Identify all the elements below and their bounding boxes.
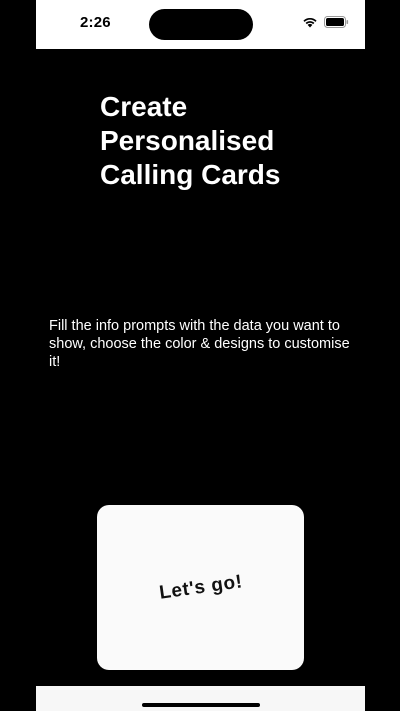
main-content: Create Personalised Calling Cards Fill t… [36, 49, 365, 686]
home-indicator[interactable] [142, 703, 260, 707]
frame-right [364, 0, 400, 711]
frame-left [0, 0, 36, 711]
status-time: 2:26 [80, 14, 111, 31]
lets-go-label: Let's go! [157, 570, 244, 604]
onboarding-description: Fill the info prompts with the data you … [49, 318, 350, 370]
page-title: Create Personalised Calling Cards [100, 91, 281, 190]
status-icons [302, 16, 349, 28]
status-bar: 2:26 [36, 0, 365, 49]
onboarding-screen: 2:26 Create Personalised Calling Cards F [0, 0, 400, 711]
dynamic-island [149, 9, 253, 40]
home-indicator-area [36, 686, 365, 711]
wifi-icon [302, 16, 318, 28]
battery-icon [324, 16, 349, 28]
lets-go-button[interactable]: Let's go! [97, 505, 304, 670]
